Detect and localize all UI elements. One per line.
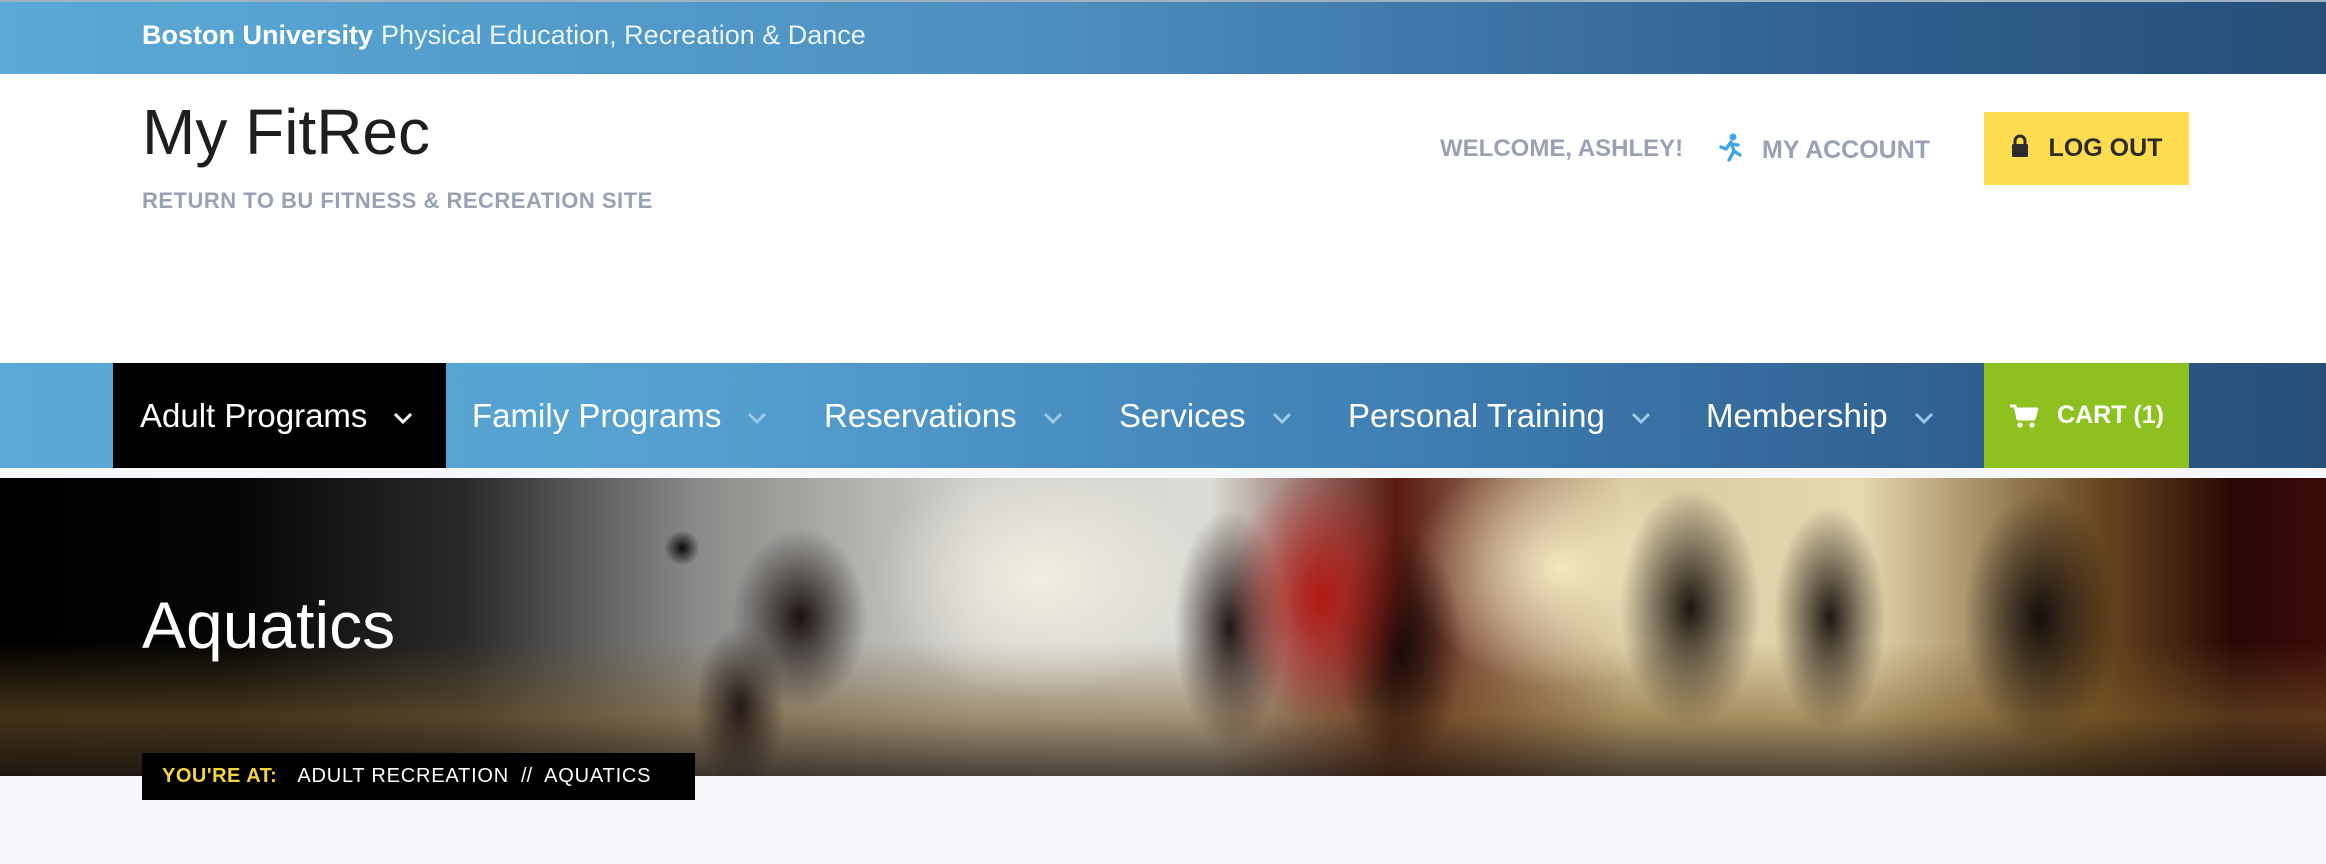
nav-item-label[interactable]: Membership <box>1706 397 1888 435</box>
nav-item-label[interactable]: Family Programs <box>472 397 721 435</box>
my-account-link[interactable]: MY ACCOUNT <box>1718 133 1930 165</box>
university-topbar: Boston University Physical Education, Rec… <box>0 0 2326 74</box>
nav-item-membership[interactable]: Membership <box>1706 363 1934 468</box>
cart-label[interactable]: CART (1) <box>2057 401 2164 430</box>
nav-item-services[interactable]: Services <box>1119 363 1292 468</box>
welcome-message: WELCOME, ASHLEY! <box>1440 135 1684 162</box>
page-title: Aquatics <box>142 588 396 662</box>
breadcrumb-item-adult-recreation[interactable]: ADULT RECREATION <box>297 765 509 788</box>
runner-icon <box>1719 133 1742 162</box>
logout-label[interactable]: LOG OUT <box>2049 134 2163 163</box>
breadcrumb-separator: // <box>521 765 533 787</box>
nav-item-label[interactable]: Adult Programs <box>140 397 367 435</box>
chevron-down-icon[interactable] <box>393 412 413 424</box>
nav-item-label[interactable]: Personal Training <box>1348 397 1605 435</box>
chevron-down-icon[interactable] <box>1914 412 1934 424</box>
main-nav: Adult Programs Family Programs Reservati… <box>0 363 2326 468</box>
nav-item-reservations[interactable]: Reservations <box>824 363 1063 468</box>
nav-item-label[interactable]: Reservations <box>824 397 1017 435</box>
site-title[interactable]: My FitRec <box>142 95 430 169</box>
my-account-label[interactable]: MY ACCOUNT <box>1762 136 1930 165</box>
lock-icon <box>2011 134 2028 157</box>
chevron-down-icon[interactable] <box>747 412 767 424</box>
cart-icon <box>2010 404 2039 428</box>
cart-button[interactable]: CART (1) <box>1984 363 2189 468</box>
nav-item-adult-programs[interactable]: Adult Programs <box>113 363 446 468</box>
university-brand[interactable]: Boston University Physical Education, Rec… <box>142 20 866 51</box>
nav-item-personal-training[interactable]: Personal Training <box>1348 363 1651 468</box>
logout-button[interactable]: LOG OUT <box>1984 112 2189 185</box>
return-to-site-link[interactable]: RETURN TO BU FITNESS & RECREATION SITE <box>142 188 653 214</box>
breadcrumb-item-aquatics: AQUATICS <box>544 765 652 787</box>
nav-item-family-programs[interactable]: Family Programs <box>472 363 767 468</box>
chevron-down-icon[interactable] <box>1272 412 1292 424</box>
breadcrumb: YOU'RE AT: ADULT RECREATION // AQUATICS <box>142 753 695 800</box>
breadcrumb-label: YOU'RE AT: <box>162 765 278 787</box>
nav-item-label[interactable]: Services <box>1119 397 1246 435</box>
department-name[interactable]: Physical Education, Recreation & Dance <box>381 20 866 50</box>
chevron-down-icon[interactable] <box>1043 412 1063 424</box>
university-name[interactable]: Boston University <box>142 20 373 50</box>
chevron-down-icon[interactable] <box>1631 412 1651 424</box>
